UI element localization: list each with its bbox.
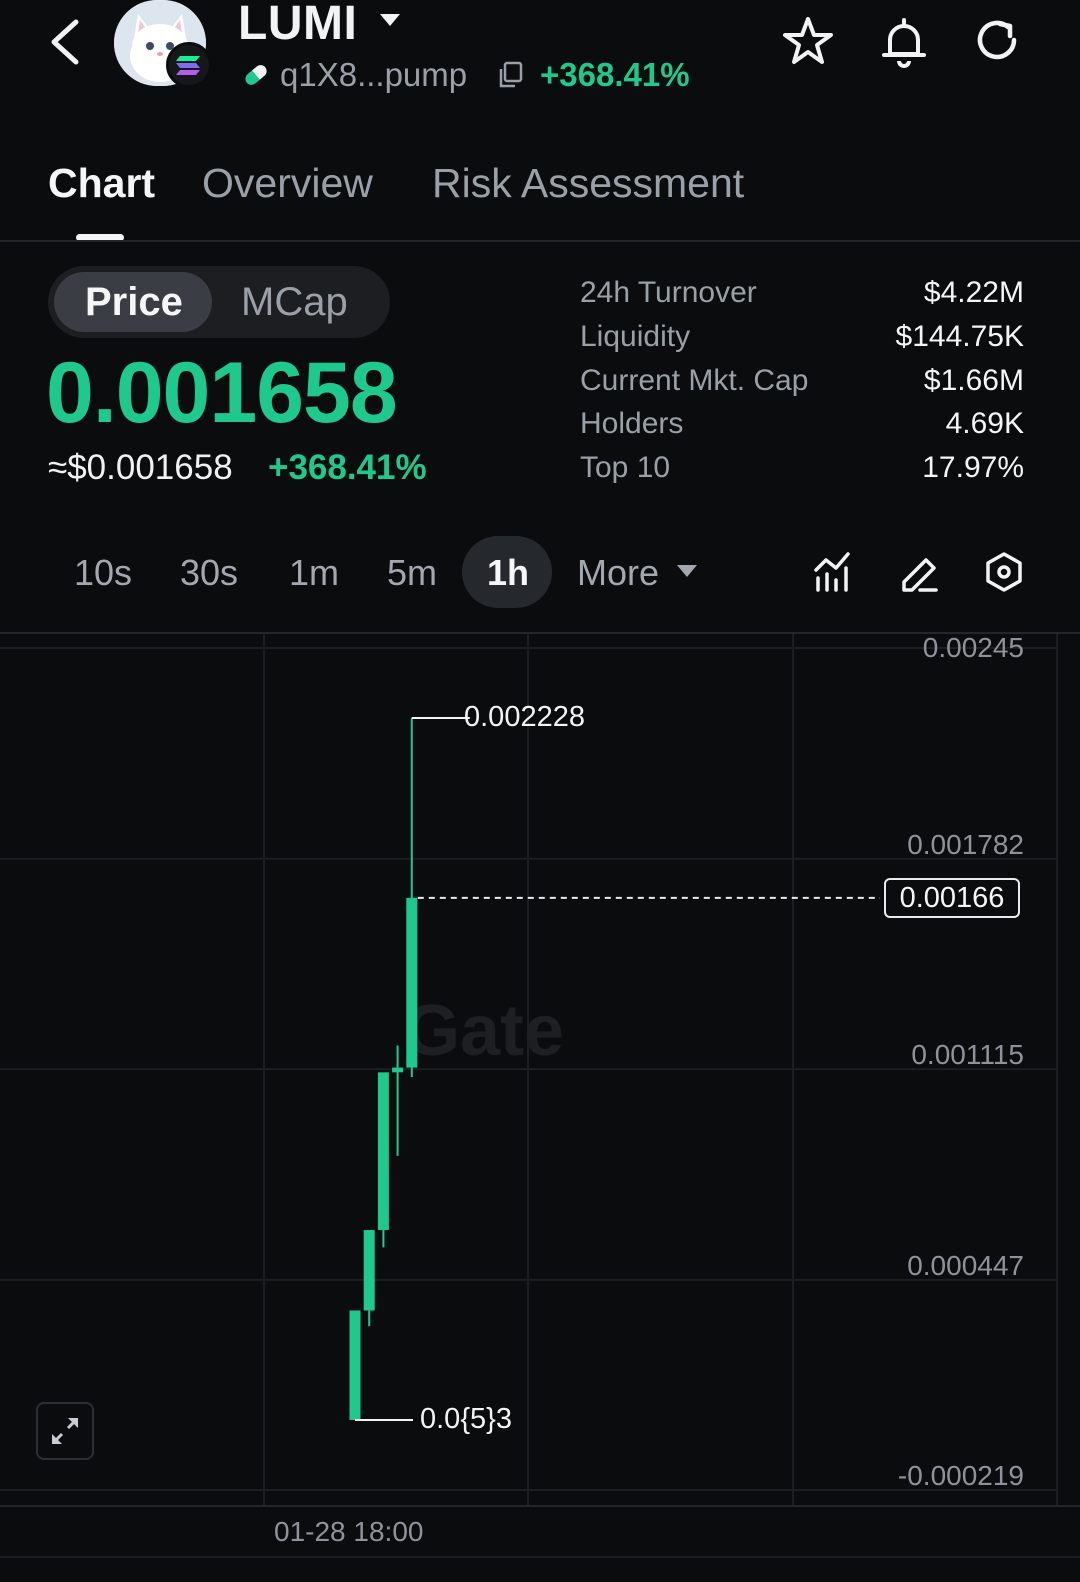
stat-value-liquidity: $144.75K [895,320,1024,353]
candle-body[interactable] [363,1230,375,1311]
x-axis-label: 01-28 18:00 [274,1516,424,1547]
stat-label-holders: Holders [580,407,684,440]
interval-1h[interactable]: 1h [487,552,529,594]
toggle-mcap[interactable]: MCap [241,280,348,325]
more-caret-icon[interactable] [676,564,698,578]
indicator-icon[interactable] [810,548,854,596]
high-price-label: 0.002228 [464,701,585,734]
pump-pill-icon [245,65,267,85]
caret-down-icon[interactable] [378,12,402,28]
stat-label-turnover: 24h Turnover [580,276,757,309]
expand-icon [52,1418,78,1444]
bell-icon[interactable] [876,14,932,70]
tab-overview[interactable]: Overview [202,160,373,207]
interval-more[interactable]: More [577,552,659,594]
y-axis-label: 0.001115 [911,1039,1024,1071]
candle-body[interactable] [377,1072,389,1231]
settings-hexagon-icon[interactable] [982,548,1026,596]
header-price-change: +368.41% [540,56,690,93]
stat-value-holders: 4.69K [945,407,1024,440]
y-axis-label: -0.000219 [897,1460,1024,1491]
tab-chart[interactable]: Chart [48,160,155,207]
copy-icon[interactable] [496,60,524,90]
back-arrow-icon[interactable] [44,14,90,70]
stat-label-liquidity: Liquidity [580,320,691,353]
token-name[interactable]: LUMI [238,0,357,51]
stat-value-top10: 17.97% [922,451,1024,484]
stat-value-turnover: $4.22M [923,276,1024,309]
solana-chain-icon [166,42,212,88]
stat-value-mkt-cap: $1.66M [923,364,1024,397]
interval-5m[interactable]: 5m [387,552,437,594]
tab-divider [0,240,1080,242]
refresh-icon[interactable] [970,14,1026,70]
usd-price: ≈$0.001658 [48,448,233,487]
candle-body[interactable] [392,1067,404,1073]
draw-pencil-icon[interactable] [896,548,940,596]
chart-bottom-border [0,1505,1080,1507]
contract-address: q1X8...pump [280,56,468,93]
y-axis-label: 0.000447 [907,1249,1024,1281]
star-icon[interactable] [780,14,836,70]
low-price-label: 0.0{5}3 [420,1402,512,1435]
interval-10s[interactable]: 10s [74,552,132,594]
y-axis-label: 0.001782 [907,828,1024,860]
candle-body[interactable] [406,897,418,1068]
fullscreen-button[interactable] [36,1402,94,1460]
toggle-price[interactable]: Price [85,280,183,325]
current-price-tag: 0.00166 [884,877,1020,918]
y-axis-label: 0.00245 [922,632,1024,663]
tab-risk-assessment[interactable]: Risk Assessment [432,160,744,207]
footer-divider [0,1556,1080,1558]
price-change: +368.41% [268,448,427,487]
current-price: 0.001658 [46,345,398,441]
interval-30s[interactable]: 30s [180,552,238,594]
candle-body[interactable] [349,1310,361,1420]
stat-label-top10: Top 10 [580,451,671,484]
stat-label-mkt-cap: Current Mkt. Cap [580,364,809,397]
interval-1m[interactable]: 1m [289,552,339,594]
